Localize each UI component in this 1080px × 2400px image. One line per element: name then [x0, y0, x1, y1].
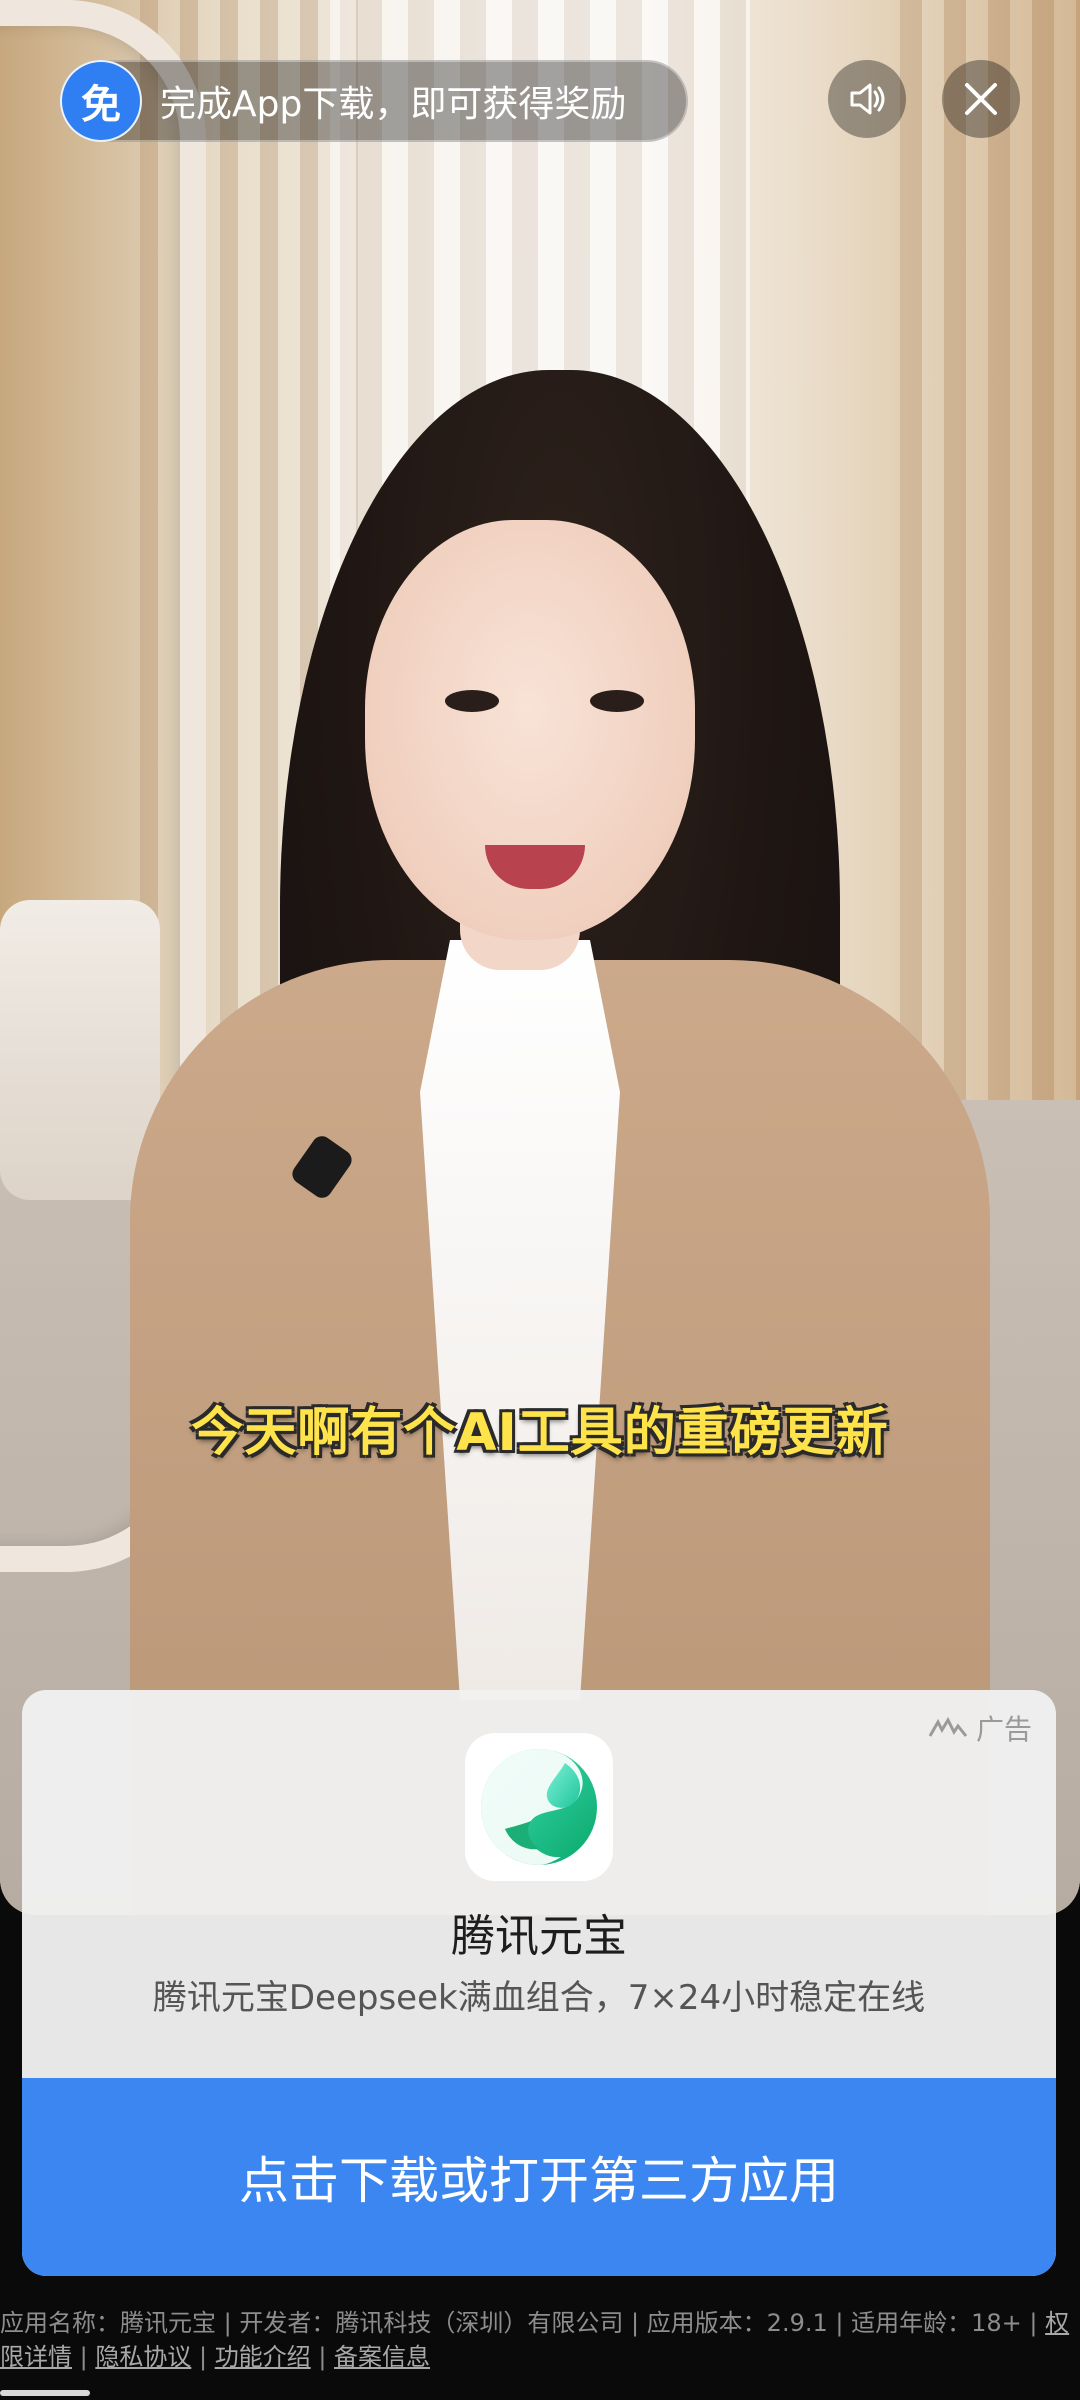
filing-info-link[interactable]: 备案信息: [334, 2343, 430, 2371]
video-subtitle: 今天啊有个AI工具的重磅更新: [191, 1403, 889, 1463]
curtain-right: [900, 0, 1080, 1100]
download-button[interactable]: 点击下载或打开第三方应用: [22, 2078, 1056, 2276]
app-icon[interactable]: [465, 1733, 613, 1881]
sound-toggle-button[interactable]: [828, 60, 906, 138]
footer-app-name: 应用名称：腾讯元宝: [0, 2309, 216, 2337]
ad-screen: 今天啊有个AI工具的重磅更新 免 完成App下载，即可获得奖励 广告 腾讯元宝 …: [0, 0, 1080, 2400]
footer-separator: |: [72, 2343, 96, 2371]
presenter-eye-left: [445, 690, 499, 712]
footer-separator: |: [310, 2343, 335, 2371]
ad-platform-icon: [928, 1716, 968, 1737]
reward-banner: 免 完成App下载，即可获得奖励: [60, 60, 688, 142]
footer-separator: |: [216, 2309, 240, 2337]
footer-version: 应用版本：2.9.1: [646, 2309, 828, 2337]
footer-separator: |: [827, 2309, 852, 2337]
footer-age: 适用年龄：18+: [851, 2309, 1022, 2337]
footer-developer: 开发者：腾讯科技（深圳）有限公司: [239, 2309, 624, 2337]
close-button[interactable]: [942, 60, 1020, 138]
footer-separator: |: [623, 2309, 647, 2337]
app-info-footer: 应用名称：腾讯元宝 | 开发者：腾讯科技（深圳）有限公司 | 应用版本：2.9.…: [0, 2306, 1080, 2374]
ad-label-text: 广告: [975, 1713, 1032, 1746]
speaker-icon: [850, 83, 885, 115]
free-badge: 免: [60, 60, 142, 142]
footer-separator: |: [191, 2343, 215, 2371]
reward-text: 完成App下载，即可获得奖励: [160, 84, 627, 125]
ad-label: 广告: [928, 1708, 1032, 1748]
presenter-eye-right: [590, 690, 644, 712]
footer-separator: |: [1021, 2309, 1046, 2337]
video-player[interactable]: 今天啊有个AI工具的重磅更新: [0, 0, 1080, 1915]
ad-card[interactable]: 广告 腾讯元宝 腾讯元宝Deepseek满血组合，7×24小时稳定在线 点击下载…: [22, 1690, 1056, 2276]
features-link[interactable]: 功能介绍: [215, 2343, 311, 2371]
close-icon: [965, 83, 997, 115]
app-description: 腾讯元宝Deepseek满血组合，7×24小时稳定在线: [152, 1978, 926, 2018]
yuanbao-logo-icon: [481, 1749, 597, 1865]
app-name: 腾讯元宝: [451, 1911, 627, 1962]
home-indicator: [0, 2390, 90, 2396]
privacy-link[interactable]: 隐私协议: [95, 2343, 191, 2371]
